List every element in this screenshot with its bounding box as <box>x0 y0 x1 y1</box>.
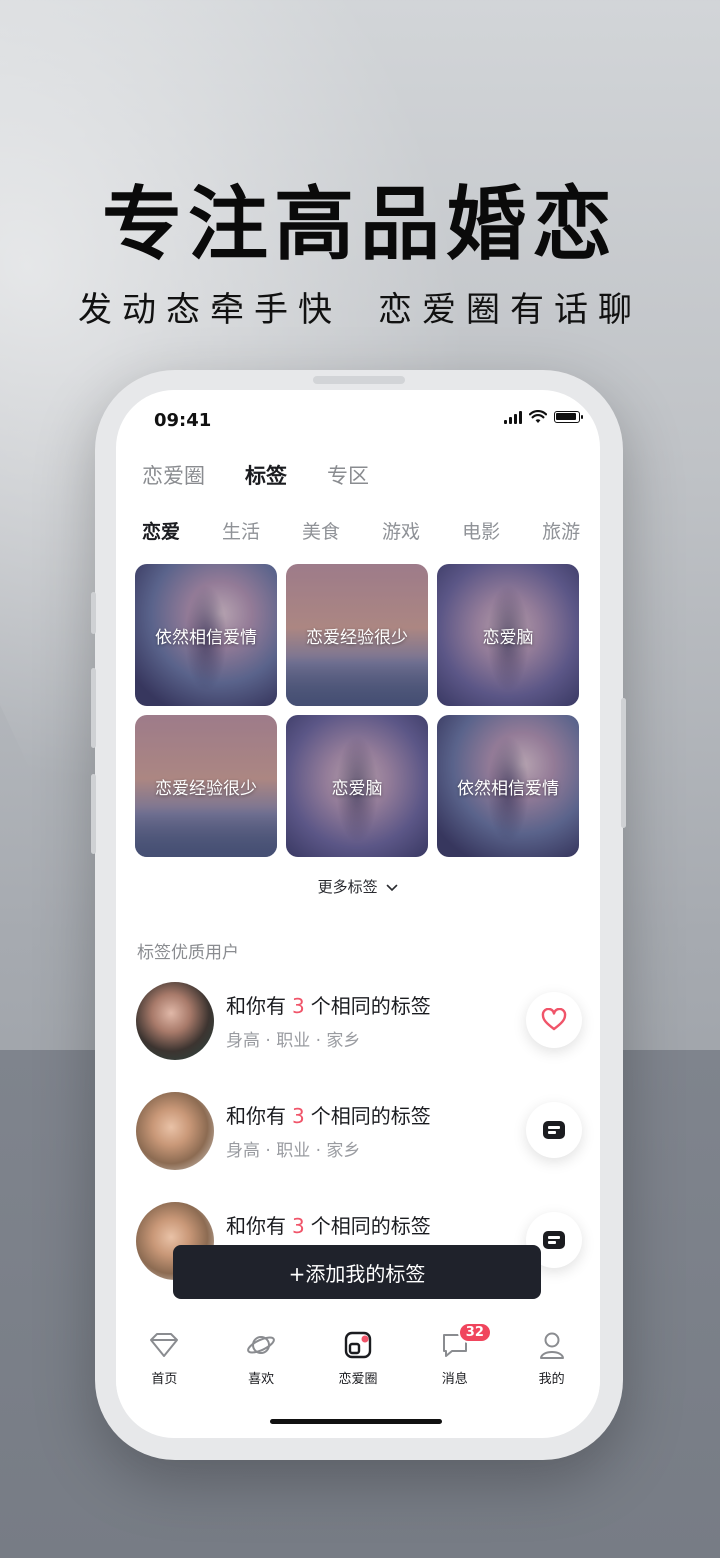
match-count: 3 <box>292 1104 305 1128</box>
chevron-down-icon <box>387 884 398 892</box>
hero-title: 专注高品婚恋 <box>102 178 618 271</box>
chat-icon <box>543 1231 565 1249</box>
hero-subtitle: 发动态牵手快 恋爱圈有话聊 <box>0 282 720 331</box>
tabbar-item-home[interactable]: 首页 <box>129 1328 199 1398</box>
tabbar-label: 喜欢 <box>248 1372 275 1387</box>
user-row[interactable]: 和你有 3 个相同的标签 身高 · 职业 · 家乡 <box>136 1092 582 1172</box>
chat-button[interactable] <box>526 1102 582 1158</box>
hero-subtitle-left: 发动态牵手快 <box>78 290 342 330</box>
tabbar-item-messages[interactable]: 32 消息 <box>420 1322 492 1398</box>
tab-zone[interactable]: 专区 <box>327 460 369 490</box>
tabbar-label: 我的 <box>538 1372 565 1387</box>
phone-screen: 09:41 恋爱圈 标签 专区 恋爱 生活 美食 游戏 电影 旅游 依然相信爱情… <box>116 390 600 1438</box>
tag-tile-label: 依然相信爱情 <box>457 778 559 799</box>
user-meta: 身高 · 职业 · 家乡 <box>226 1141 361 1161</box>
tag-tile-label: 恋爱脑 <box>331 778 383 799</box>
tag-tile[interactable]: 依然相信爱情 <box>135 564 277 706</box>
diamond-icon <box>147 1328 181 1362</box>
phone-speaker <box>313 376 405 384</box>
tag-tile[interactable]: 恋爱经验很少 <box>135 715 277 857</box>
phone-volume-up <box>91 668 96 748</box>
avatar[interactable] <box>136 1092 214 1170</box>
tag-grid: 依然相信爱情 恋爱经验很少 恋爱脑 恋爱经验很少 恋爱脑 依然相信爱情 <box>135 564 581 857</box>
tag-tile-label: 依然相信爱情 <box>155 627 257 648</box>
tag-tile-label: 恋爱脑 <box>482 627 534 648</box>
bottom-tab-bar: 首页 喜欢 恋爱圈 32 消息 我的 <box>116 1322 600 1398</box>
tag-tile[interactable]: 恋爱经验很少 <box>286 564 428 706</box>
user-match-text: 和你有 3 个相同的标签 <box>226 1210 431 1239</box>
match-prefix: 和你有 <box>226 1104 286 1128</box>
match-count: 3 <box>292 1214 305 1238</box>
circle-square-icon <box>341 1328 375 1362</box>
home-indicator <box>270 1419 442 1424</box>
top-tabs: 恋爱圈 标签 专区 <box>142 460 369 490</box>
match-suffix: 个相同的标签 <box>310 1104 431 1128</box>
tab-tags[interactable]: 标签 <box>245 460 287 490</box>
tag-tile-label: 恋爱经验很少 <box>306 627 408 648</box>
tag-tile-label: 恋爱经验很少 <box>155 778 257 799</box>
category-tab-movies[interactable]: 电影 <box>462 517 500 544</box>
tag-tile[interactable]: 恋爱脑 <box>437 564 579 706</box>
phone-volume-down <box>91 774 96 854</box>
planet-icon <box>244 1328 278 1362</box>
user-row[interactable]: 和你有 3 个相同的标签 身高 · 职业 · 家乡 <box>136 982 582 1062</box>
tag-tile[interactable]: 依然相信爱情 <box>437 715 579 857</box>
match-prefix: 和你有 <box>226 994 286 1018</box>
battery-icon <box>554 411 583 423</box>
match-suffix: 个相同的标签 <box>310 994 431 1018</box>
tabbar-label: 消息 <box>441 1372 468 1387</box>
tabbar-item-love-circle[interactable]: 恋爱圈 <box>323 1328 393 1398</box>
match-count: 3 <box>292 994 305 1018</box>
category-tab-food[interactable]: 美食 <box>302 517 340 544</box>
chat-icon <box>543 1121 565 1139</box>
category-tab-games[interactable]: 游戏 <box>382 517 420 544</box>
phone-side-button <box>91 592 96 634</box>
match-suffix: 个相同的标签 <box>310 1214 431 1238</box>
tabbar-label: 恋爱圈 <box>338 1372 378 1387</box>
tabbar-item-me[interactable]: 我的 <box>517 1328 587 1398</box>
more-tags-label: 更多标签 <box>317 878 378 896</box>
heart-icon <box>541 1008 567 1031</box>
avatar[interactable] <box>136 982 214 1060</box>
tag-tile[interactable]: 恋爱脑 <box>286 715 428 857</box>
user-match-text: 和你有 3 个相同的标签 <box>226 1100 431 1129</box>
tabbar-label: 首页 <box>151 1372 178 1387</box>
like-button[interactable] <box>526 992 582 1048</box>
category-tab-love[interactable]: 恋爱 <box>142 517 180 544</box>
more-tags-button[interactable]: 更多标签 <box>116 876 600 897</box>
hero-subtitle-right: 恋爱圈有话聊 <box>378 290 642 330</box>
person-icon <box>535 1328 569 1362</box>
category-tabs: 恋爱 生活 美食 游戏 电影 旅游 <box>142 517 580 544</box>
category-tab-travel[interactable]: 旅游 <box>542 517 580 544</box>
status-time: 09:41 <box>154 410 212 431</box>
user-match-text: 和你有 3 个相同的标签 <box>226 990 431 1019</box>
match-prefix: 和你有 <box>226 1214 286 1238</box>
status-icons <box>504 410 583 424</box>
tabbar-item-likes[interactable]: 喜欢 <box>226 1328 296 1398</box>
signal-icon <box>504 410 522 424</box>
wifi-icon <box>529 410 547 423</box>
message-badge: 32 <box>457 1322 492 1343</box>
section-title: 标签优质用户 <box>137 943 239 963</box>
tab-love-circle[interactable]: 恋爱圈 <box>142 460 205 490</box>
phone-power-button <box>621 698 626 828</box>
category-tab-life[interactable]: 生活 <box>222 517 260 544</box>
user-meta: 身高 · 职业 · 家乡 <box>226 1031 361 1051</box>
add-my-tags-button[interactable]: +添加我的标签 <box>173 1245 541 1299</box>
